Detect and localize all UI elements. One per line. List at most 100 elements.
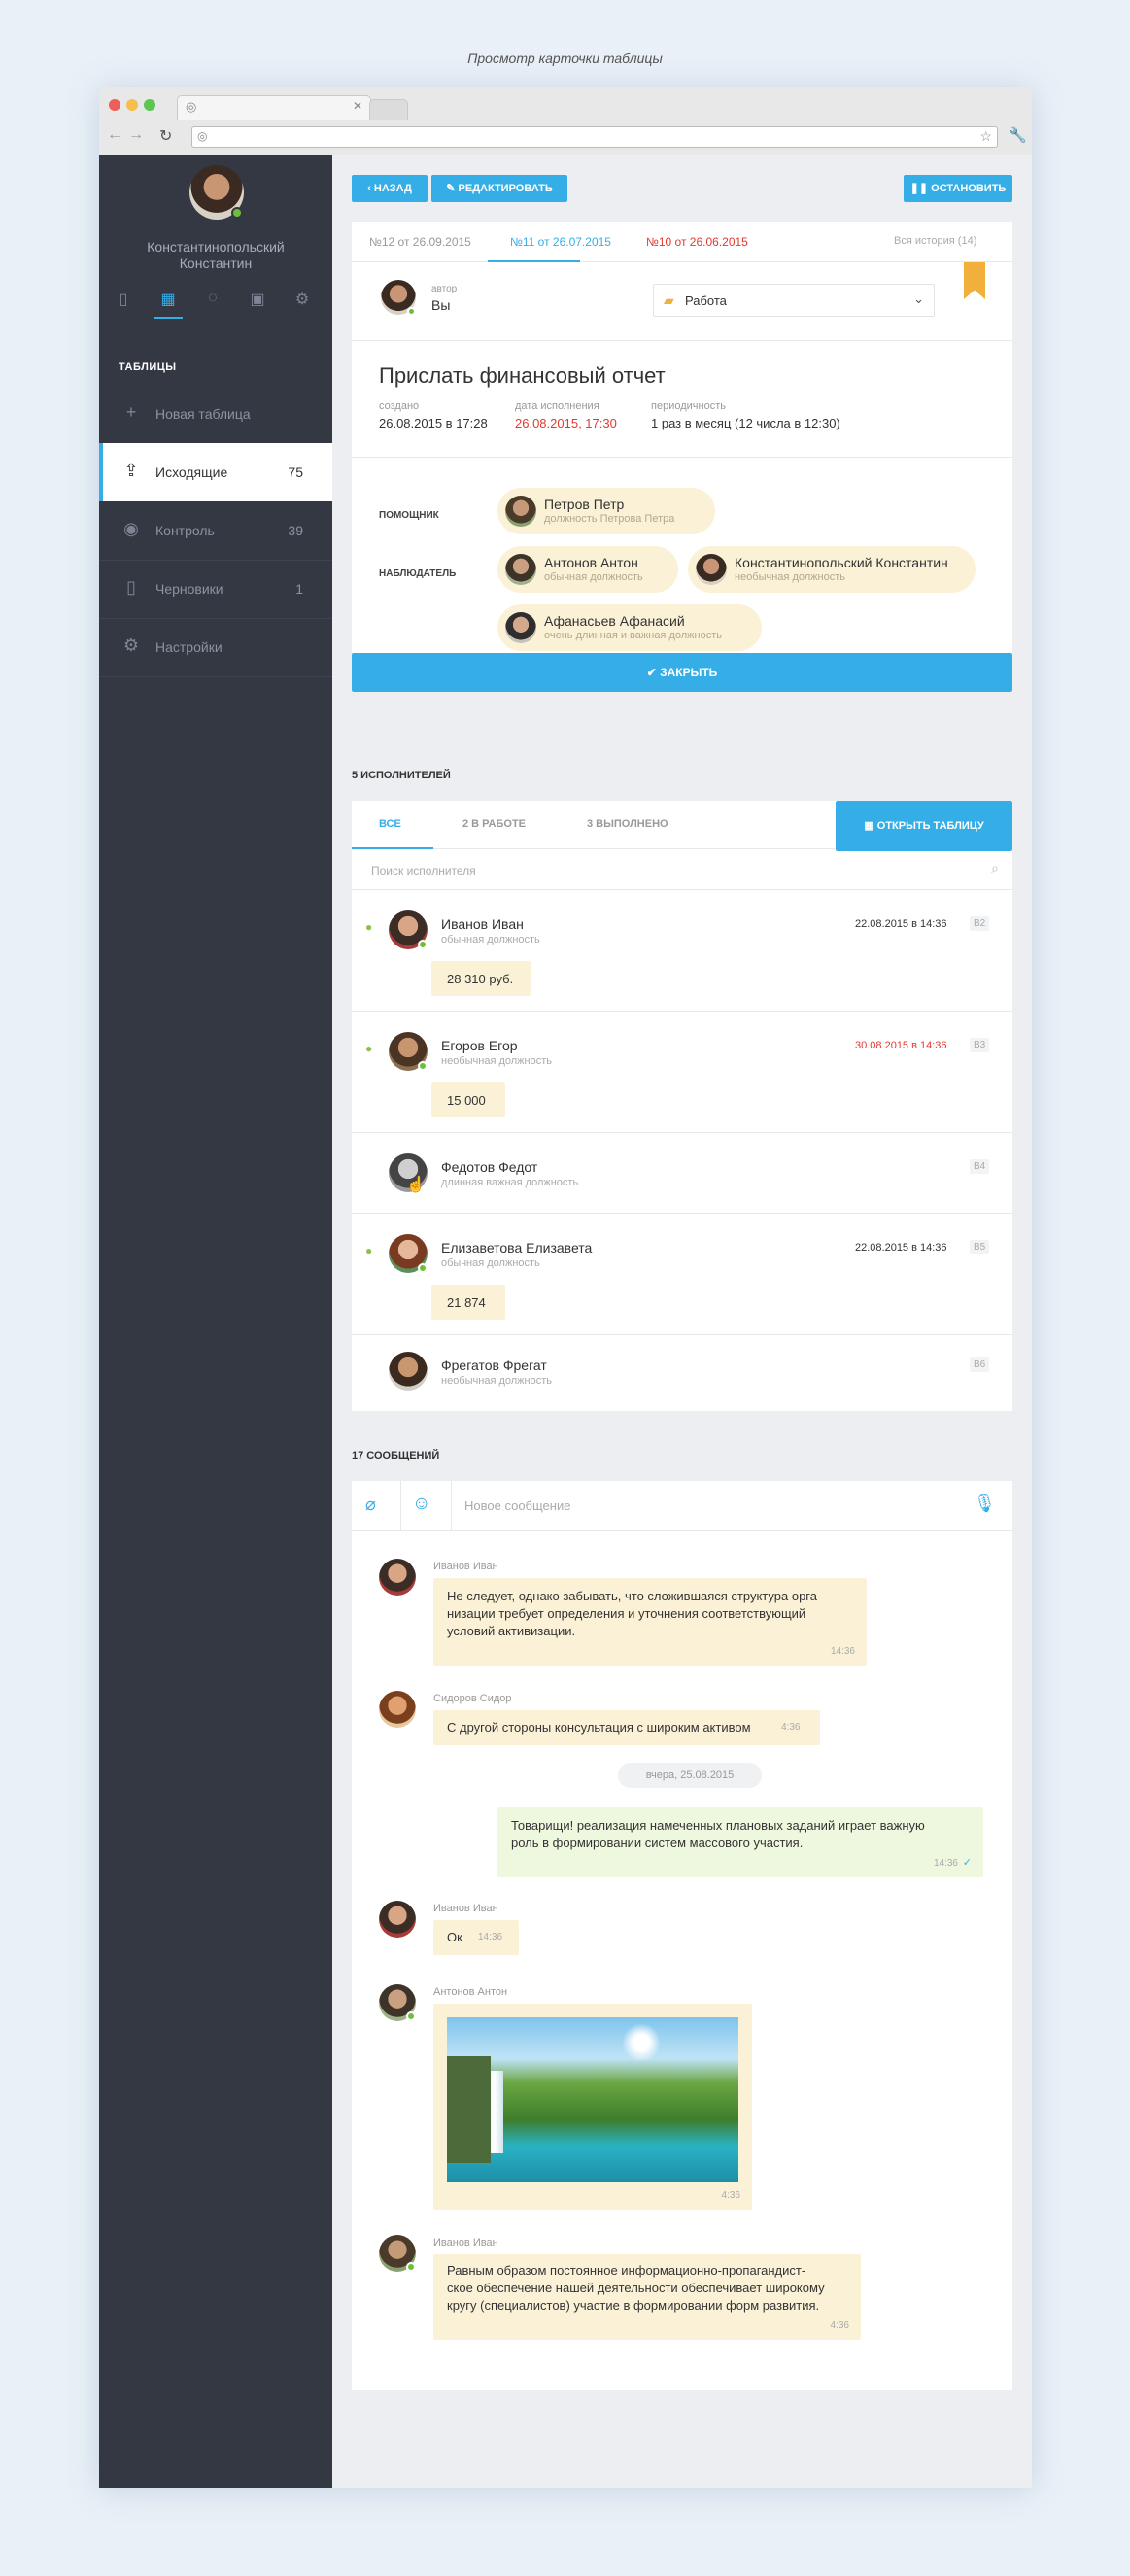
hand-cursor-icon: ☝ <box>406 1177 426 1193</box>
gear-icon[interactable]: ⚙ <box>291 290 313 311</box>
upload-icon: ⇪ <box>123 461 139 480</box>
browser-tab[interactable]: ◎ ✕ <box>177 95 371 120</box>
contacts-icon[interactable]: ▣ <box>247 290 268 311</box>
microphone-icon[interactable]: 🎙 <box>974 1494 996 1514</box>
tab-in-progress[interactable]: 2 В РАБОТЕ <box>462 818 526 830</box>
executor-value: 28 310 руб. <box>447 972 514 986</box>
message-avatar <box>379 1901 416 1938</box>
cell-badge: B6 <box>970 1357 990 1372</box>
table-icon: ▦ <box>864 820 877 832</box>
back-button[interactable]: ‹ НАЗАД <box>352 175 428 202</box>
new-message-input[interactable]: Новое сообщение <box>464 1498 570 1513</box>
search-input[interactable]: Поиск исполнителя <box>371 864 476 877</box>
message-author: Иванов Иван <box>433 2237 498 2249</box>
message-composer: ⌀ ☺ Новое сообщение 🎙 <box>352 1481 1012 1531</box>
task-title: Прислать финансовый отчет <box>379 363 666 388</box>
smiley-icon[interactable]: ☺ <box>412 1494 430 1515</box>
chevron-left-icon: ‹ <box>367 183 374 194</box>
helper-label: ПОМОЩНИК <box>379 510 439 521</box>
sidebar-item-new-table[interactable]: + Новая таблица <box>99 385 332 443</box>
globe-icon: ◎ <box>186 99 197 114</box>
message-author: Иванов Иван <box>433 1561 498 1572</box>
executor-position: длинная важная должность <box>441 1177 579 1188</box>
close-window-button[interactable] <box>109 99 120 111</box>
executors-tabs: ВСЕ 2 В РАБОТЕ 3 ВЫПОЛНЕНО ▦ ОТКРЫТЬ ТАБ… <box>352 801 1012 851</box>
message-text-line: Ок <box>447 1930 462 1944</box>
cell-badge: B4 <box>970 1159 990 1174</box>
chevron-down-icon: ⌄ <box>913 292 924 306</box>
divider <box>451 1481 452 1531</box>
executor-row[interactable]: ● Елизаветова Елизавета обычная должност… <box>352 1215 1012 1335</box>
message-time: 14:36 <box>830 1646 855 1657</box>
all-history-link[interactable]: Вся история (14) <box>894 235 976 247</box>
edit-button[interactable]: ✎ РЕДАКТИРОВАТЬ <box>431 175 567 202</box>
history-tab-active[interactable]: №11 от 26.07.2015 <box>510 235 611 249</box>
image-message-bubble: 4:36 <box>433 2004 752 2210</box>
observer-chip[interactable]: Константинопольский Константин необычная… <box>688 546 976 593</box>
minimize-window-button[interactable] <box>126 99 138 111</box>
open-table-button[interactable]: ▦ ОТКРЫТЬ ТАБЛИЦУ <box>836 801 1012 851</box>
executor-search[interactable]: Поиск исполнителя ⌕ <box>352 851 1012 890</box>
maximize-window-button[interactable] <box>144 99 155 111</box>
executor-row[interactable]: ☝ Федотов Федот длинная важная должность… <box>352 1134 1012 1214</box>
tab-all[interactable]: ВСЕ <box>379 818 401 830</box>
executor-name: Федотов Федот <box>441 1159 538 1175</box>
executor-position: обычная должность <box>441 934 540 945</box>
message-time: 14:36 <box>933 1858 958 1869</box>
document-icon[interactable]: ▯ <box>113 290 134 311</box>
paperclip-icon[interactable]: ⌀ <box>365 1494 376 1515</box>
observer-label: НАБЛЮДАТЕЛЬ <box>379 568 457 579</box>
helper-chip[interactable]: Петров Петр должность Петрова Петра <box>497 488 715 534</box>
avatar <box>505 612 536 643</box>
table-icon[interactable]: ▦ <box>157 290 179 311</box>
author-name: Вы <box>431 297 451 313</box>
tab-done[interactable]: 3 ВЫПОЛНЕНО <box>587 818 668 830</box>
eye-icon: ◉ <box>123 519 139 538</box>
executor-date: 22.08.2015 в 14:36 <box>855 918 947 930</box>
stop-button[interactable]: ❚❚ ОСТАНОВИТЬ <box>904 175 1012 202</box>
divider <box>400 1481 401 1531</box>
sidebar-item-settings[interactable]: ⚙ Настройки <box>99 618 332 676</box>
history-tab[interactable]: №12 от 26.09.2015 <box>369 235 471 249</box>
message-avatar <box>379 1691 416 1728</box>
waterfall-photo[interactable] <box>447 2017 738 2182</box>
executor-position: необычная должность <box>441 1055 552 1067</box>
executor-row[interactable]: ● Иванов Иван обычная должность 22.08.20… <box>352 891 1012 1012</box>
message-text-line: Товарищи! реализация намеченных плановых… <box>511 1818 925 1833</box>
cell-badge: B3 <box>970 1038 990 1052</box>
folder-select[interactable]: ▰ Работа ⌄ <box>653 284 935 317</box>
sidebar-item-drafts[interactable]: ▯ Черновики 1 <box>99 560 332 618</box>
executor-name: Егоров Егор <box>441 1038 518 1053</box>
gear-icon: ⚙ <box>122 635 140 655</box>
executor-row[interactable]: ● Егоров Егор необычная должность 30.08.… <box>352 1013 1012 1133</box>
messages-heading: 17 СООБЩЕНИЙ <box>352 1450 440 1461</box>
message-time: 4:36 <box>830 2320 849 2331</box>
address-bar[interactable]: ◎ ☆ <box>191 126 998 148</box>
star-icon[interactable]: ☆ <box>979 128 992 145</box>
observer-chip[interactable]: Антонов Антон обычная должность <box>497 546 678 593</box>
observer-chip[interactable]: Афанасьев Афанасий очень длинная и важна… <box>497 604 762 651</box>
reload-icon[interactable]: ↻ <box>159 126 172 146</box>
date-divider: вчера, 25.08.2015 <box>618 1763 762 1788</box>
history-tab[interactable]: №10 от 26.06.2015 <box>646 235 748 249</box>
sidebar-item-control[interactable]: ◉ Контроль 39 <box>99 501 332 560</box>
observer-position: очень длинная и важная должность <box>544 630 722 641</box>
close-tab-icon[interactable]: ✕ <box>353 99 362 113</box>
bookmark-icon[interactable] <box>964 262 985 299</box>
executor-date: 22.08.2015 в 14:36 <box>855 1242 947 1254</box>
sidebar-item-outgoing[interactable]: ⇪ Исходящие 75 <box>99 443 332 501</box>
chat-icon[interactable]: ◌ <box>202 290 223 311</box>
new-tab-button[interactable] <box>369 99 408 120</box>
message-time: 4:36 <box>781 1722 801 1733</box>
executor-row[interactable]: Фрегатов Фрегат необычная должность B6 <box>352 1336 1012 1411</box>
forward-arrow-icon[interactable]: → <box>128 126 144 144</box>
message-author: Антонов Антон <box>433 1986 508 1998</box>
sidebar-section-title: ТАБЛИЦЫ <box>119 361 177 373</box>
wrench-icon[interactable]: 🔧 <box>1009 126 1027 144</box>
close-task-button[interactable]: ✔ ЗАКРЫТЬ <box>352 653 1012 692</box>
sidebar-item-count: 75 <box>288 464 303 480</box>
draft-icon: ▯ <box>126 577 136 597</box>
executor-avatar <box>389 1352 428 1391</box>
back-arrow-icon[interactable]: ← <box>107 126 122 144</box>
sidebar-item-label: Контроль <box>155 523 215 538</box>
